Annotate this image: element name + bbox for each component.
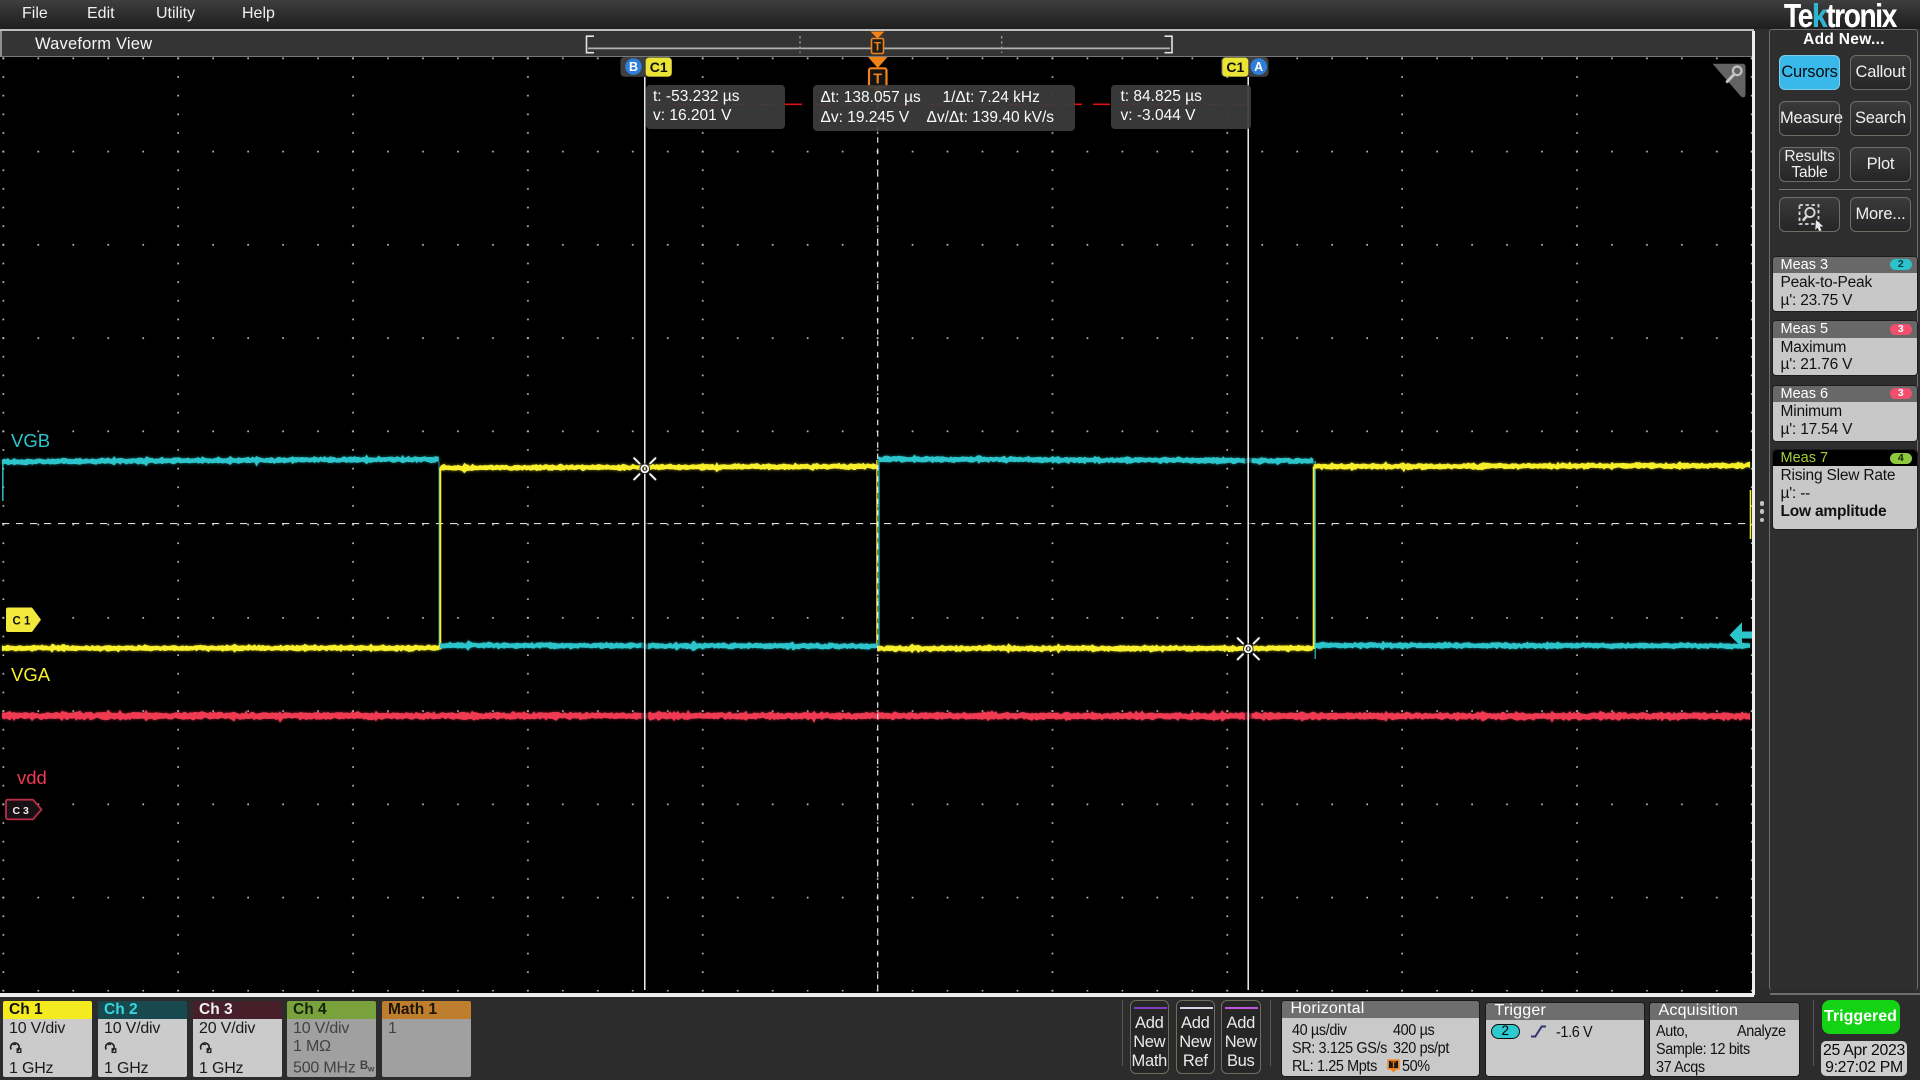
svg-text:T: T — [874, 42, 881, 54]
svg-text:VGA: VGA — [11, 664, 51, 685]
svg-text:VGB: VGB — [11, 430, 50, 451]
svg-text:vdd: vdd — [17, 767, 47, 788]
svg-text:C 3: C 3 — [13, 805, 30, 817]
svg-text:T: T — [1391, 1059, 1397, 1069]
svg-text:A: A — [1254, 60, 1263, 74]
svg-text:C 1: C 1 — [13, 615, 32, 627]
svg-text:C1: C1 — [1226, 59, 1244, 75]
svg-text:C1: C1 — [650, 59, 668, 75]
svg-text:B: B — [629, 60, 638, 74]
